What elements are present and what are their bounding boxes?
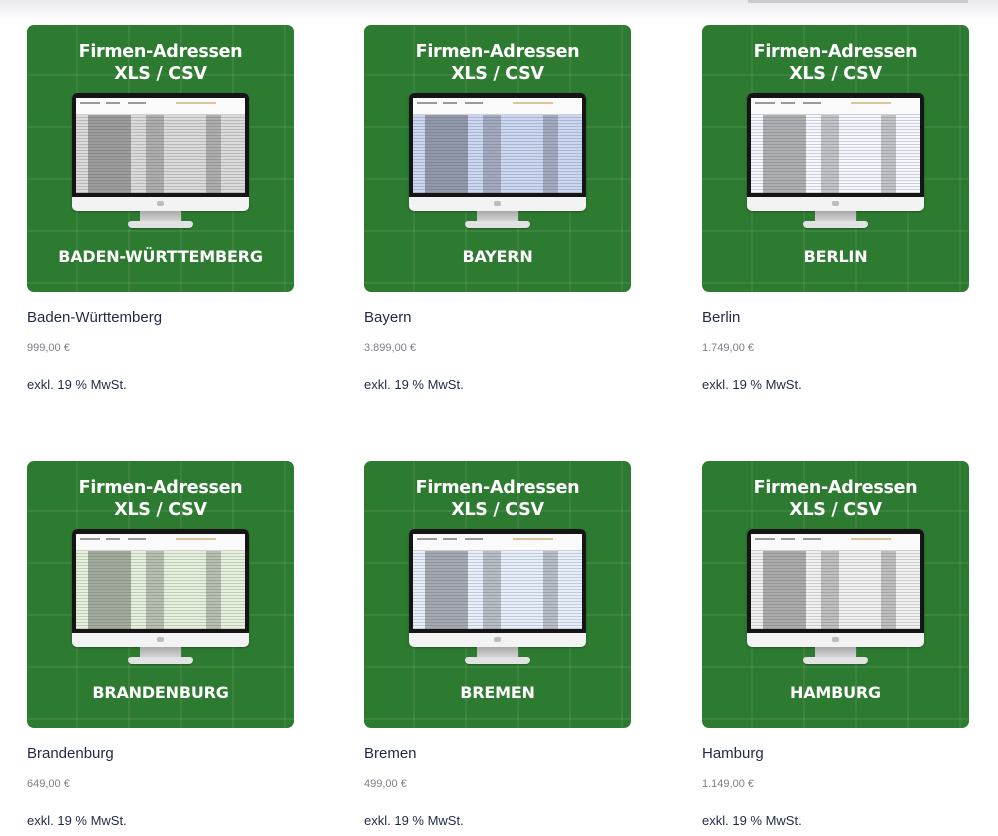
product-thumbnail[interactable]: Firmen-Adressen XLS / CSV BRANDENBURG: [27, 461, 294, 728]
product-price: 999,00 €: [27, 342, 70, 354]
thumbnail-heading: Firmen-Adressen XLS / CSV: [702, 477, 969, 521]
thumbnail-title: Firmen-Adressen: [78, 478, 243, 498]
product-thumbnail[interactable]: Firmen-Adressen XLS / CSV BADEN-WÜRTTEMB…: [27, 25, 294, 292]
product-thumbnail[interactable]: Firmen-Adressen XLS / CSV BREMEN: [364, 461, 631, 728]
monitor-icon: [747, 93, 924, 231]
product-thumbnail[interactable]: Firmen-Adressen XLS / CSV BERLIN: [702, 25, 969, 292]
monitor-icon: [747, 529, 924, 667]
product-card: Firmen-Adressen XLS / CSV BERLIN Berlin …: [702, 25, 969, 392]
product-price: 499,00 €: [364, 778, 407, 790]
monitor-icon: [409, 93, 586, 231]
tax-note: exkl. 19 % MwSt.: [27, 813, 127, 828]
product-name-link[interactable]: Bayern: [364, 309, 412, 326]
product-card: Firmen-Adressen XLS / CSV BAYERN Bayern …: [364, 25, 631, 392]
monitor-icon: [72, 529, 249, 667]
spreadsheet-screen: [413, 98, 582, 193]
monitor-icon: [409, 529, 586, 667]
thumbnail-format: XLS / CSV: [114, 64, 207, 84]
thumbnail-heading: Firmen-Adressen XLS / CSV: [27, 41, 294, 85]
product-card: Firmen-Adressen XLS / CSV BREMEN Bremen …: [364, 461, 631, 828]
monitor-icon: [72, 93, 249, 231]
product-thumbnail[interactable]: Firmen-Adressen XLS / CSV BAYERN: [364, 25, 631, 292]
thumbnail-format: XLS / CSV: [114, 500, 207, 520]
tax-note: exkl. 19 % MwSt.: [702, 377, 802, 392]
product-name-link[interactable]: Baden-Württemberg: [27, 309, 162, 326]
thumbnail-heading: Firmen-Adressen XLS / CSV: [364, 477, 631, 521]
tax-note: exkl. 19 % MwSt.: [27, 377, 127, 392]
product-price: 1.749,00 €: [702, 342, 754, 354]
tax-note: exkl. 19 % MwSt.: [702, 813, 802, 828]
thumbnail-format: XLS / CSV: [789, 64, 882, 84]
thumbnail-region: BRANDENBURG: [92, 683, 229, 702]
spreadsheet-screen: [751, 534, 920, 629]
product-name-link[interactable]: Brandenburg: [27, 745, 114, 762]
thumbnail-region: BREMEN: [460, 683, 535, 702]
thumbnail-heading: Firmen-Adressen XLS / CSV: [702, 41, 969, 85]
product-name-link[interactable]: Bremen: [364, 745, 417, 762]
thumbnail-title: Firmen-Adressen: [78, 42, 243, 62]
tax-note: exkl. 19 % MwSt.: [364, 813, 464, 828]
thumbnail-region: HAMBURG: [790, 683, 881, 702]
thumbnail-format: XLS / CSV: [451, 500, 544, 520]
thumbnail-title: Firmen-Adressen: [415, 42, 580, 62]
product-price: 1.149,00 €: [702, 778, 754, 790]
product-name-link[interactable]: Berlin: [702, 309, 740, 326]
thumbnail-format: XLS / CSV: [451, 64, 544, 84]
thumbnail-title: Firmen-Adressen: [753, 42, 918, 62]
header-shadow: [0, 0, 998, 22]
product-name-link[interactable]: Hamburg: [702, 745, 764, 762]
product-price: 649,00 €: [27, 778, 70, 790]
spreadsheet-screen: [751, 98, 920, 193]
thumbnail-region: BADEN-WÜRTTEMBERG: [58, 247, 263, 266]
product-card: Firmen-Adressen XLS / CSV HAMBURG Hambur…: [702, 461, 969, 828]
search-bar-edge[interactable]: [748, 0, 968, 3]
tax-note: exkl. 19 % MwSt.: [364, 377, 464, 392]
product-card: Firmen-Adressen XLS / CSV BRANDENBURG Br…: [27, 461, 294, 828]
thumbnail-format: XLS / CSV: [789, 500, 882, 520]
thumbnail-heading: Firmen-Adressen XLS / CSV: [364, 41, 631, 85]
product-thumbnail[interactable]: Firmen-Adressen XLS / CSV HAMBURG: [702, 461, 969, 728]
thumbnail-title: Firmen-Adressen: [415, 478, 580, 498]
thumbnail-region: BERLIN: [803, 247, 868, 266]
product-price: 3.899,00 €: [364, 342, 416, 354]
thumbnail-region: BAYERN: [462, 247, 533, 266]
thumbnail-title: Firmen-Adressen: [753, 478, 918, 498]
thumbnail-heading: Firmen-Adressen XLS / CSV: [27, 477, 294, 521]
spreadsheet-screen: [76, 98, 245, 193]
spreadsheet-screen: [413, 534, 582, 629]
spreadsheet-screen: [76, 534, 245, 629]
product-card: Firmen-Adressen XLS / CSV BADEN-WÜRTTEMB…: [27, 25, 294, 392]
